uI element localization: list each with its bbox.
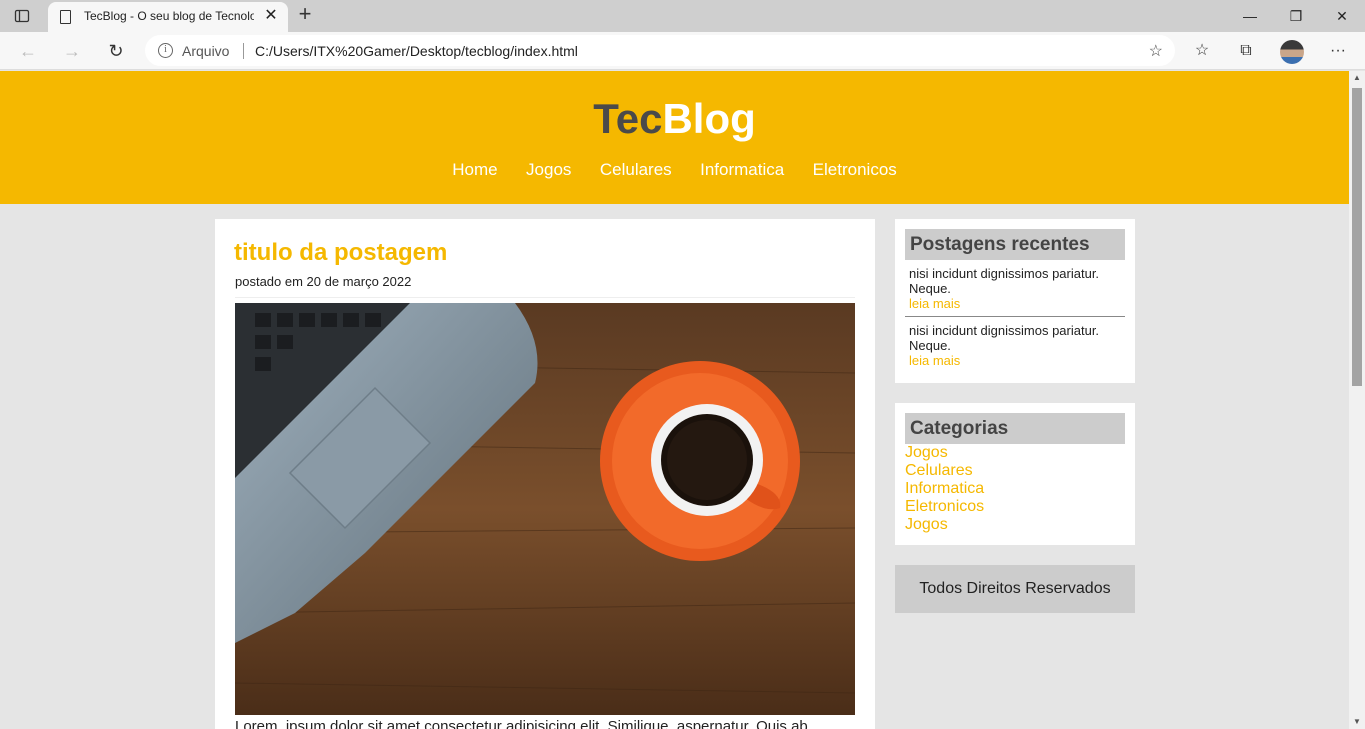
page-viewport: TecBlog Home Jogos Celulares Informatica…	[0, 71, 1349, 729]
scroll-down-icon[interactable]: ▼	[1349, 715, 1365, 729]
recent-post-text: nisi incidunt dignissimos pariatur. Nequ…	[909, 323, 1100, 353]
main-menu: Home Jogos Celulares Informatica Eletron…	[0, 160, 1349, 180]
document-icon	[60, 10, 71, 24]
forward-button[interactable]: →	[60, 39, 84, 63]
browser-tab[interactable]: TecBlog - O seu blog de Tecnologia ✕	[48, 2, 288, 32]
info-icon[interactable]: i	[158, 43, 173, 58]
new-tab-button[interactable]: +	[294, 3, 316, 26]
logo-part-light: Blog	[662, 95, 756, 142]
add-favorite-icon[interactable]: ☆	[1149, 41, 1163, 61]
post-date: postado em 20 de março 2022	[235, 274, 412, 289]
more-options-icon[interactable]: ···	[1327, 40, 1349, 62]
back-button[interactable]: ←	[16, 39, 40, 63]
read-more-link[interactable]: leia mais	[909, 353, 1119, 368]
page-scrollbar[interactable]: ▲ ▼	[1349, 71, 1365, 729]
laptop-coffee-photo	[235, 303, 855, 715]
menu-item-celulares[interactable]: Celulares	[600, 160, 672, 180]
scroll-up-icon[interactable]: ▲	[1349, 71, 1365, 85]
recent-post-text: nisi incidunt dignissimos pariatur. Nequ…	[909, 266, 1100, 296]
tab-title: TecBlog - O seu blog de Tecnologia	[84, 9, 254, 23]
browser-toolbar: ← → ↻ i Arquivo C:/Users/ITX%20Gamer/Des…	[0, 32, 1365, 70]
recent-post-item: nisi incidunt dignissimos pariatur. Nequ…	[909, 266, 1119, 311]
recent-posts-widget: Postagens recentes nisi incidunt digniss…	[895, 219, 1135, 383]
favorites-icon[interactable]: ☆	[1191, 40, 1213, 62]
site-logo: TecBlog	[0, 95, 1349, 143]
collections-icon[interactable]: ⧉	[1235, 40, 1257, 62]
category-list: Jogos Celulares Informatica Eletronicos …	[905, 444, 984, 534]
category-link-eletronicos[interactable]: Eletronicos	[905, 498, 984, 516]
logo-part-dark: Tec	[593, 95, 663, 142]
address-bar[interactable]: i Arquivo C:/Users/ITX%20Gamer/Desktop/t…	[145, 35, 1175, 66]
category-link-informatica[interactable]: Informatica	[905, 480, 984, 498]
reload-button[interactable]: ↻	[104, 39, 128, 63]
category-link-jogos[interactable]: Jogos	[905, 444, 984, 462]
address-scheme-label: Arquivo	[182, 43, 230, 59]
post-image	[235, 303, 855, 715]
post-title[interactable]: titulo da postagem	[234, 239, 447, 267]
address-url[interactable]: C:/Users/ITX%20Gamer/Desktop/tecblog/ind…	[255, 43, 578, 59]
scroll-thumb[interactable]	[1352, 88, 1362, 386]
post-excerpt: Lorem, ipsum dolor sit amet consectetur …	[235, 718, 808, 729]
menu-item-jogos[interactable]: Jogos	[526, 160, 571, 180]
minimize-button[interactable]: —	[1227, 0, 1273, 32]
footer-rights: Todos Direitos Reservados	[895, 565, 1135, 613]
menu-item-informatica[interactable]: Informatica	[700, 160, 784, 180]
close-window-button[interactable]: ✕	[1319, 0, 1365, 32]
recent-posts-title: Postagens recentes	[905, 229, 1125, 260]
menu-item-eletronicos[interactable]: Eletronicos	[813, 160, 897, 180]
categories-widget: Categorias Jogos Celulares Informatica E…	[895, 403, 1135, 545]
blog-post: titulo da postagem postado em 20 de març…	[215, 219, 875, 729]
tab-actions-icon[interactable]	[14, 8, 30, 24]
close-tab-icon[interactable]: ✕	[262, 7, 280, 25]
read-more-link[interactable]: leia mais	[909, 296, 1119, 311]
category-link-celulares[interactable]: Celulares	[905, 462, 984, 480]
restore-button[interactable]: ❐	[1273, 0, 1319, 32]
menu-item-home[interactable]: Home	[452, 160, 497, 180]
browser-tabbar: TecBlog - O seu blog de Tecnologia ✕ + —…	[0, 0, 1365, 32]
categories-title: Categorias	[905, 413, 1125, 444]
category-link-jogos-2[interactable]: Jogos	[905, 516, 984, 534]
post-divider	[235, 297, 855, 298]
profile-avatar[interactable]	[1280, 40, 1304, 64]
recent-post-item: nisi incidunt dignissimos pariatur. Nequ…	[909, 323, 1119, 368]
site-header: TecBlog Home Jogos Celulares Informatica…	[0, 71, 1349, 204]
address-separator	[243, 43, 244, 59]
recent-separator	[905, 316, 1125, 317]
